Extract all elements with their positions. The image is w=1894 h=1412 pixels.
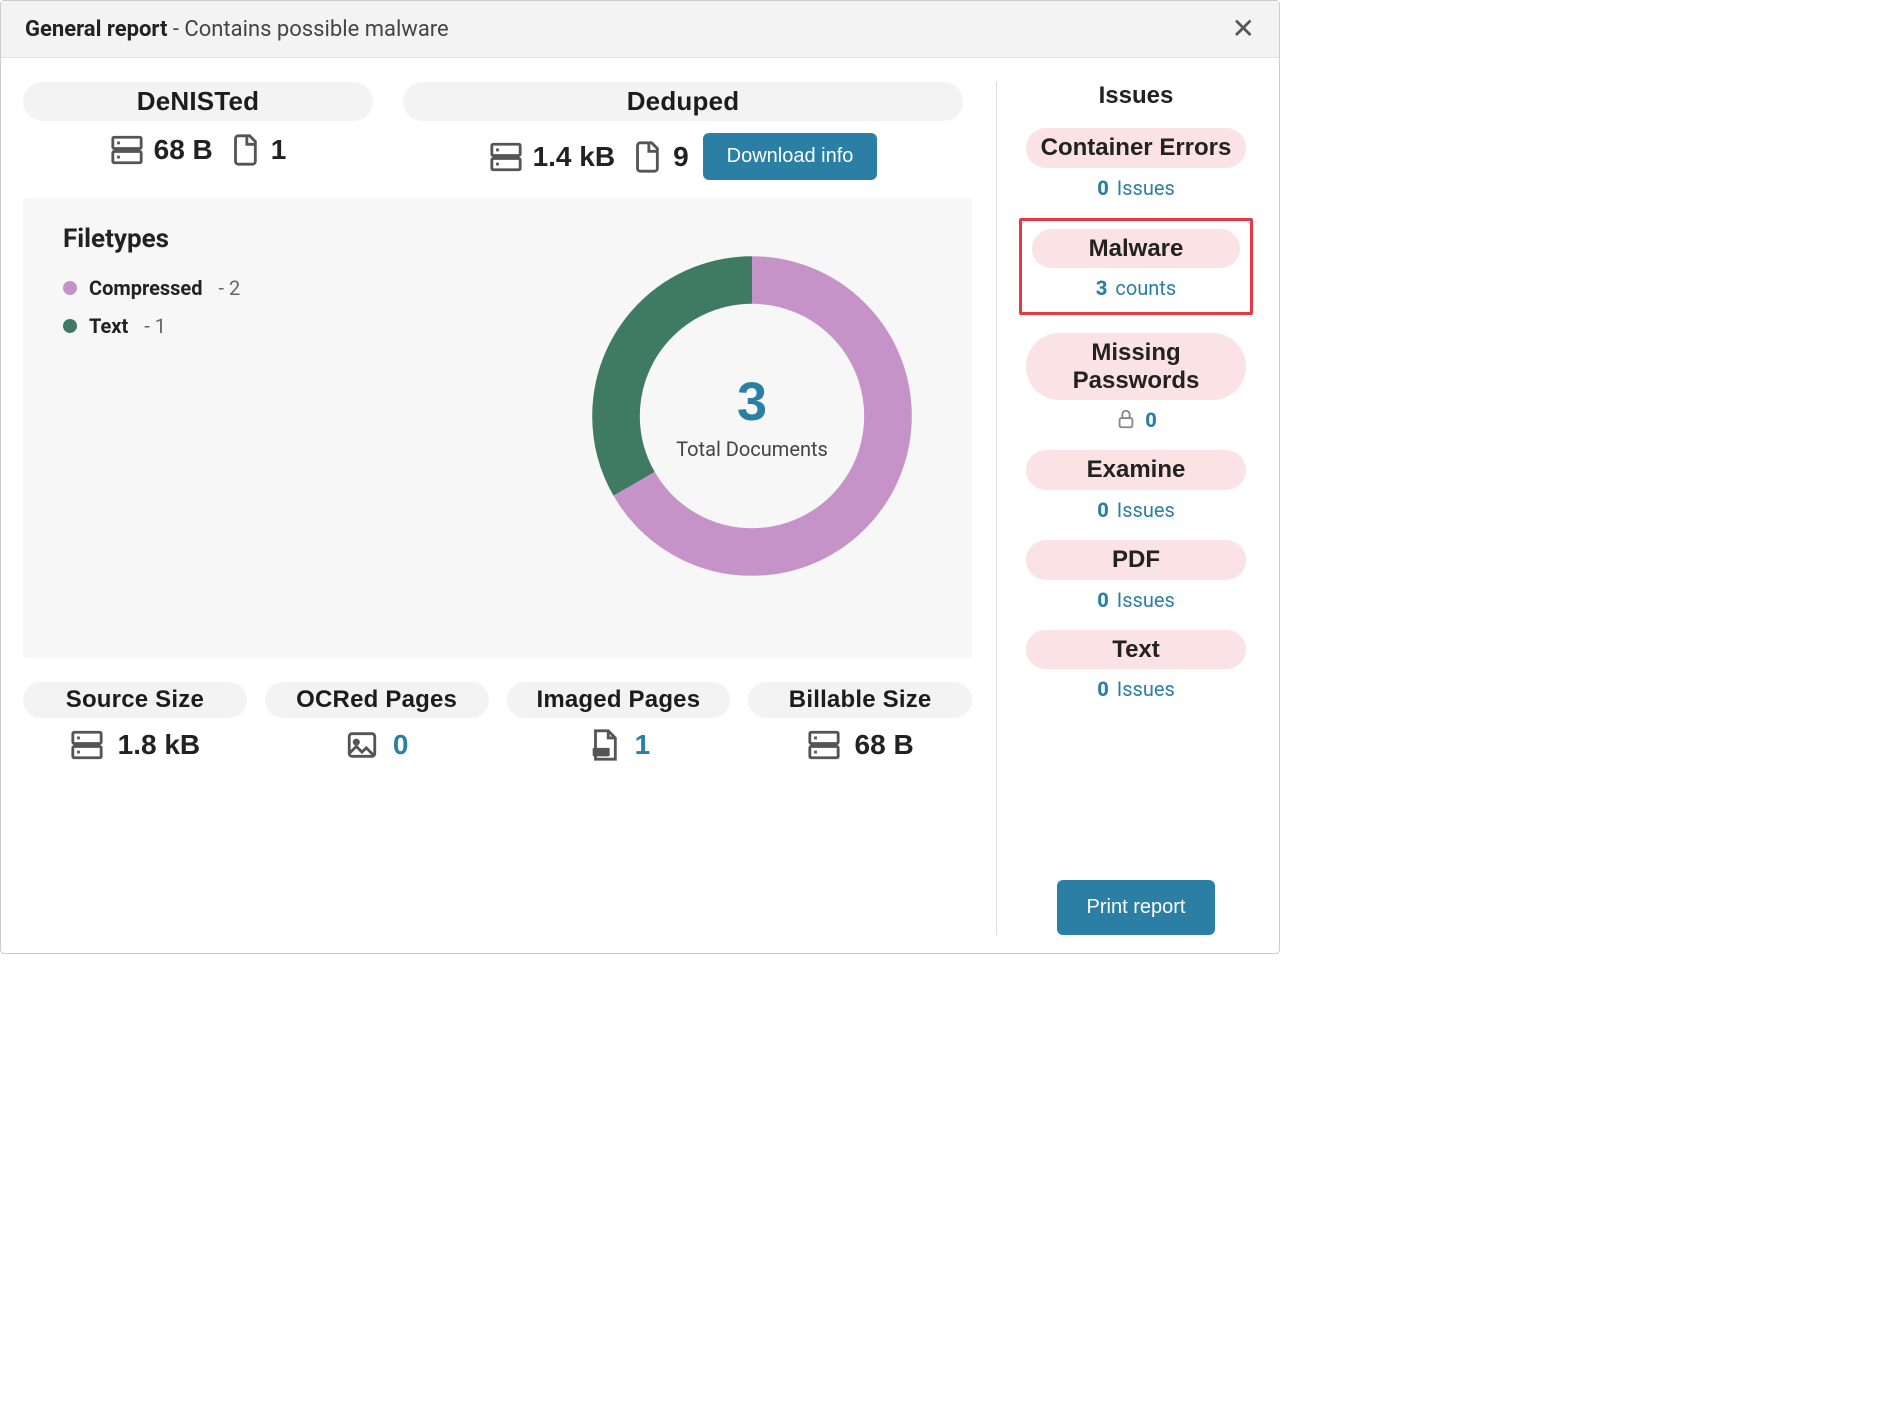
imaged-pages-label: Imaged Pages <box>507 682 731 718</box>
lock-icon <box>1115 408 1137 432</box>
denisted-docs-value: 1 <box>271 134 287 166</box>
source-size-stat: 1.8 kB <box>70 728 201 762</box>
issue-pdf[interactable]: PDF 0 Issues <box>1026 540 1246 612</box>
donut-total: 3 <box>676 371 828 433</box>
deduped-docs-value: 9 <box>673 141 689 173</box>
title-main: General report <box>25 17 167 42</box>
dialog-title: General report - Contains possible malwa… <box>25 17 449 42</box>
imaged-pages-value: 1 <box>635 729 651 761</box>
imaged-pages-card: Imaged Pages 1 <box>507 682 731 762</box>
filetypes-panel: Filetypes Compressed - 2 Text - 1 <box>23 198 972 658</box>
issue-text[interactable]: Text 0 Issues <box>1026 630 1246 702</box>
legend-count: - 1 <box>144 314 166 338</box>
legend-count: - 2 <box>219 276 241 300</box>
deduped-size: 1.4 kB <box>489 140 616 174</box>
denisted-size: 68 B <box>110 133 213 167</box>
download-info-button[interactable]: Download info <box>703 133 878 180</box>
server-icon <box>807 728 841 762</box>
print-report-button[interactable]: Print report <box>1057 880 1216 935</box>
main-panel: DeNISTed 68 B 1 <box>23 82 997 935</box>
issue-label: PDF <box>1026 540 1246 580</box>
deduped-stats: 1.4 kB 9 Download info <box>489 133 878 180</box>
issue-count: 0 <box>1026 408 1246 432</box>
server-icon <box>110 133 144 167</box>
source-size-label: Source Size <box>23 682 247 718</box>
legend-name: Text <box>89 314 128 338</box>
documents-icon <box>227 133 261 167</box>
denisted-stats: 68 B 1 <box>110 133 287 167</box>
ocr-pages-label: OCRed Pages <box>265 682 489 718</box>
bottom-stats-row: Source Size 1.8 kB OCRed Pages 0 <box>23 682 972 762</box>
denisted-docs: 1 <box>227 133 287 167</box>
billable-size-label: Billable Size <box>748 682 972 718</box>
source-size-card: Source Size 1.8 kB <box>23 682 247 762</box>
issues-sidebar: Issues Container Errors 0 Issues Malware… <box>997 82 1257 935</box>
documents-icon <box>629 140 663 174</box>
issue-label: Container Errors <box>1026 128 1246 168</box>
legend-dot-icon <box>63 281 77 295</box>
filetypes-title: Filetypes <box>63 224 542 254</box>
denisted-card: DeNISTed 68 B 1 <box>23 82 373 180</box>
image-icon <box>345 728 379 762</box>
issues-title: Issues <box>1099 82 1174 110</box>
issue-count: 0 Issues <box>1026 677 1246 701</box>
close-icon[interactable]: ✕ <box>1232 15 1255 43</box>
issue-container-errors[interactable]: Container Errors 0 Issues <box>1026 128 1246 200</box>
deduped-size-value: 1.4 kB <box>533 141 616 173</box>
issue-label: Malware <box>1032 229 1240 269</box>
billable-size-stat: 68 B <box>807 728 914 762</box>
legend-item-compressed: Compressed - 2 <box>63 276 542 300</box>
issue-label: Text <box>1026 630 1246 670</box>
dialog-content: DeNISTed 68 B 1 <box>1 58 1279 953</box>
filetypes-legend: Filetypes Compressed - 2 Text - 1 <box>63 224 542 608</box>
donut-center: 3 Total Documents <box>676 371 828 461</box>
filetypes-donut-chart: 3 Total Documents <box>572 224 932 608</box>
dialog-header: General report - Contains possible malwa… <box>1 1 1279 58</box>
issue-count: 0 Issues <box>1026 498 1246 522</box>
billable-size-card: Billable Size 68 B <box>748 682 972 762</box>
server-icon <box>70 728 104 762</box>
ocr-pages-card: OCRed Pages 0 <box>265 682 489 762</box>
ocr-pages-value: 0 <box>393 729 409 761</box>
donut-label: Total Documents <box>676 437 828 461</box>
pdf-icon <box>587 728 621 762</box>
title-sub: - Contains possible malware <box>167 17 448 42</box>
issue-count: 3 counts <box>1028 276 1244 300</box>
denisted-label: DeNISTed <box>23 82 373 121</box>
issue-label: Missing Passwords <box>1026 333 1246 400</box>
ocr-pages-stat: 0 <box>345 728 409 762</box>
issue-examine[interactable]: Examine 0 Issues <box>1026 450 1246 522</box>
deduped-card: Deduped 1.4 kB 9 Download info <box>403 82 963 180</box>
issue-count: 0 Issues <box>1026 588 1246 612</box>
issue-malware[interactable]: Malware 3 counts <box>1019 218 1253 316</box>
deduped-docs: 9 <box>629 140 689 174</box>
imaged-pages-stat: 1 <box>587 728 651 762</box>
legend-item-text: Text - 1 <box>63 314 542 338</box>
issue-label: Examine <box>1026 450 1246 490</box>
issue-missing-passwords[interactable]: Missing Passwords 0 <box>1026 333 1246 432</box>
legend-name: Compressed <box>89 276 203 300</box>
billable-size-value: 68 B <box>855 729 914 761</box>
source-size-value: 1.8 kB <box>118 729 201 761</box>
issue-count: 0 Issues <box>1026 176 1246 200</box>
legend-dot-icon <box>63 319 77 333</box>
top-summary-row: DeNISTed 68 B 1 <box>23 82 972 180</box>
server-icon <box>489 140 523 174</box>
deduped-label: Deduped <box>403 82 963 121</box>
denisted-size-value: 68 B <box>154 134 213 166</box>
